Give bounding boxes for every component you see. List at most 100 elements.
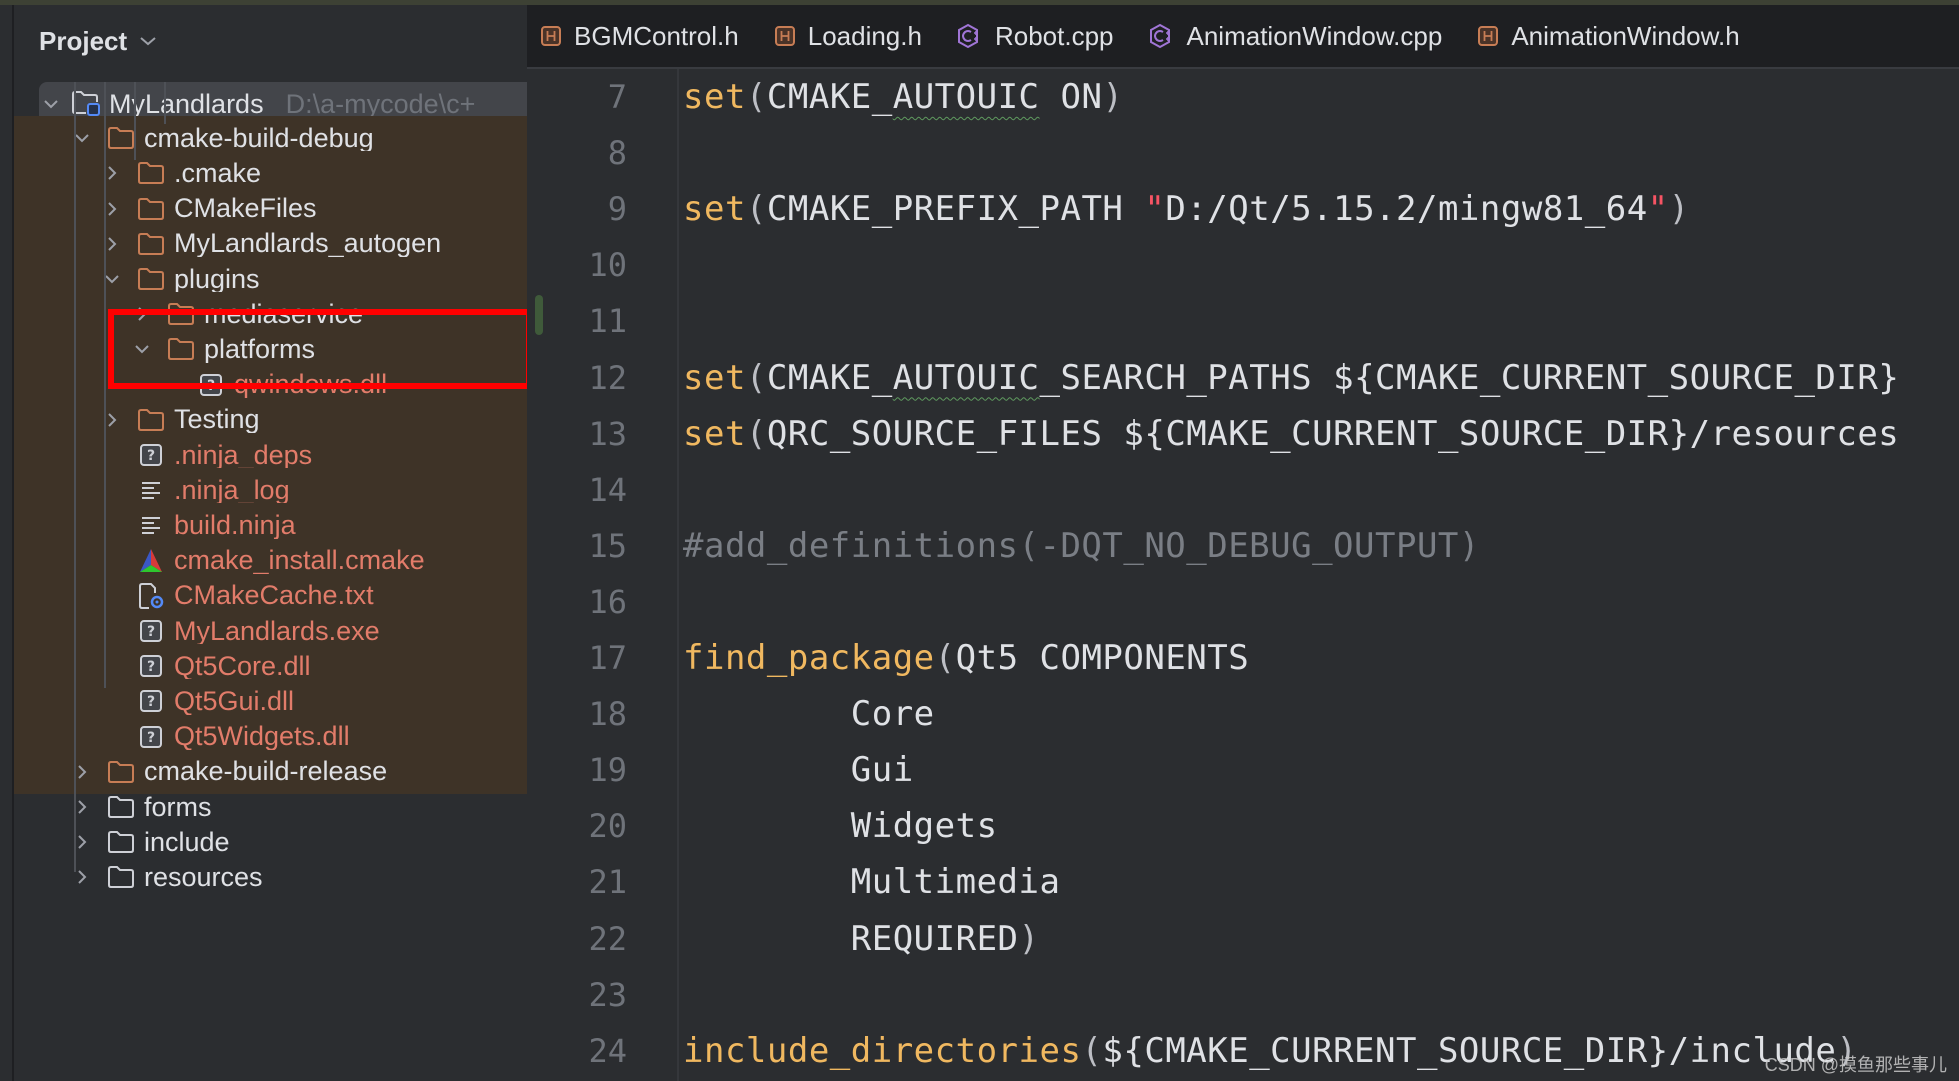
indent-guide xyxy=(74,82,76,872)
line-number: 14 xyxy=(588,470,627,509)
panel-title: Project xyxy=(39,25,128,56)
folder-icon xyxy=(166,334,196,364)
project-panel-header[interactable]: Project xyxy=(39,19,157,63)
vcs-change-marker[interactable] xyxy=(535,295,543,336)
editor-tab[interactable]: Loading.h xyxy=(774,5,922,67)
svg-text:?: ? xyxy=(147,694,155,710)
folder-icon xyxy=(136,405,166,435)
code-line[interactable]: 16 xyxy=(527,574,1959,630)
code-line[interactable]: 11 xyxy=(527,293,1959,349)
tree-item-label: build.ninja xyxy=(174,509,296,540)
code-line[interactable]: 18 Core xyxy=(527,686,1959,742)
svg-text:?: ? xyxy=(147,659,155,675)
code-line[interactable]: 15 #add_definitions(-DQT_NO_DEBUG_OUTPUT) xyxy=(527,518,1959,574)
code-line[interactable]: 14 xyxy=(527,462,1959,518)
tree-item-label: include xyxy=(144,826,230,857)
line-number: 9 xyxy=(607,190,627,229)
header-file-icon xyxy=(540,25,562,47)
code-token: _SEARCH_PATHS ${CMAKE_CURRENT_SOURCE_DIR… xyxy=(1039,357,1900,398)
code-line[interactable]: 9 set(CMAKE_PREFIX_PATH "D:/Qt/5.15.2/min… xyxy=(527,181,1959,237)
chevron-right-icon[interactable] xyxy=(130,302,154,326)
folder-icon xyxy=(136,194,166,224)
line-number: 18 xyxy=(588,695,627,734)
code-token: " xyxy=(1144,189,1166,230)
code-text: set(CMAKE_AUTOUIC_SEARCH_PATHS ${CMAKE_C… xyxy=(683,358,1899,398)
cpp-file-icon xyxy=(957,23,983,49)
code-line[interactable]: 19 Gui xyxy=(527,742,1959,798)
code-token: ) xyxy=(1102,77,1124,117)
tool-window-stripe xyxy=(0,5,14,1081)
code-text: #add_definitions(-DQT_NO_DEBUG_OUTPUT) xyxy=(683,526,1480,566)
cpp-file-icon xyxy=(1149,23,1175,49)
code-text: set(QRC_SOURCE_FILES ${CMAKE_CURRENT_SOU… xyxy=(683,414,1899,454)
unknown-file-icon: ? xyxy=(136,722,166,752)
code-token: Qt5 COMPONENTS xyxy=(955,638,1250,678)
code-line[interactable]: 7 set(CMAKE_AUTOUIC ON) xyxy=(527,69,1959,125)
cmake-icon xyxy=(136,546,166,576)
tree-item-label: .ninja_log xyxy=(174,474,290,505)
tree-item-label: mediaservice xyxy=(204,298,364,329)
code-token: ON xyxy=(1039,77,1103,117)
tree-item-label: plugins xyxy=(174,263,260,294)
chevron-down-icon[interactable] xyxy=(130,337,154,361)
indent-guide xyxy=(134,82,136,160)
editor-tab[interactable]: AnimationWindow.h xyxy=(1477,5,1740,67)
code-token: Multimedia xyxy=(683,862,1061,903)
tree-item-label: Qt5Core.dll xyxy=(174,650,311,681)
code-text: Widgets xyxy=(683,806,998,846)
code-line[interactable]: 21 Multimedia xyxy=(527,854,1959,910)
code-line[interactable]: 12 set(CMAKE_AUTOUIC_SEARCH_PATHS ${CMAKE… xyxy=(527,350,1959,406)
line-number: 19 xyxy=(588,751,627,790)
code-token: QRC_SOURCE_FILES ${CMAKE_CURRENT_SOURCE_… xyxy=(766,413,1900,454)
folder-icon xyxy=(106,123,136,153)
code-text: set(CMAKE_PREFIX_PATH "D:/Qt/5.15.2/ming… xyxy=(683,189,1690,229)
tab-label: Robot.cpp xyxy=(994,20,1114,51)
code-token: CMAKE_ xyxy=(766,357,893,398)
line-number: 21 xyxy=(588,863,627,902)
code-line[interactable]: 20 Widgets xyxy=(527,798,1959,854)
tree-item-label: cmake-build-release xyxy=(144,756,388,787)
text-file-icon xyxy=(136,510,166,540)
code-token: set xyxy=(683,77,746,117)
editor-tab[interactable]: BGMControl.h xyxy=(540,5,739,67)
tree-item-label: .cmake xyxy=(174,157,262,188)
indent-guide xyxy=(164,82,166,125)
tab-label: Loading.h xyxy=(807,20,922,51)
svg-text:?: ? xyxy=(147,730,155,746)
code-line[interactable]: 22 REQUIRED) xyxy=(527,911,1959,967)
code-token: find_package xyxy=(683,638,935,678)
code-token: #add_definitions(-DQT_NO_DEBUG_OUTPUT) xyxy=(683,525,1480,566)
code-line[interactable]: 10 xyxy=(527,237,1959,293)
code-token: Core xyxy=(683,694,935,735)
code-text: include_directories(${CMAKE_CURRENT_SOUR… xyxy=(683,1031,1857,1071)
editor-tabs: BGMControl.h Loading.h Robot.cpp AnimationW… xyxy=(527,5,1959,69)
settings-file-icon xyxy=(136,581,166,611)
tree-item-label: platforms xyxy=(204,333,316,364)
tree-item-label: CMakeCache.txt xyxy=(174,580,374,611)
tree-item-label: cmake-build-debug xyxy=(144,122,374,153)
line-number: 13 xyxy=(588,414,627,453)
code-text: Multimedia xyxy=(683,862,1060,902)
unknown-file-icon: ? xyxy=(136,616,166,646)
unknown-file-icon: ? xyxy=(196,370,226,400)
svg-text:?: ? xyxy=(207,378,215,394)
folder-icon xyxy=(106,862,136,892)
code-line[interactable]: 17 find_package(Qt5 COMPONENTS xyxy=(527,630,1959,686)
code-token: set xyxy=(683,413,746,454)
tree-item[interactable]: resources xyxy=(14,855,527,899)
tab-label: AnimationWindow.cpp xyxy=(1186,20,1443,51)
code-area[interactable]: 7 set(CMAKE_AUTOUIC ON) 8 9 set(CMAKE_PREFIX… xyxy=(527,69,1959,1081)
code-line[interactable]: 8 xyxy=(527,125,1959,181)
header-file-icon xyxy=(1477,25,1499,47)
chevron-down-icon[interactable] xyxy=(39,92,63,116)
code-token: Gui xyxy=(683,750,914,791)
code-token: ( xyxy=(745,77,767,117)
chevron-down-icon[interactable] xyxy=(139,35,157,47)
root-project-name: MyLandlards xyxy=(109,88,264,119)
code-token: ) xyxy=(1018,918,1040,959)
editor-tab[interactable]: Robot.cpp xyxy=(957,5,1114,67)
code-line[interactable]: 13 set(QRC_SOURCE_FILES ${CMAKE_CURRENT_S… xyxy=(527,406,1959,462)
editor-tab[interactable]: AnimationWindow.cpp xyxy=(1149,5,1443,67)
code-line[interactable]: 23 xyxy=(527,967,1959,1023)
code-line[interactable]: 24 include_directories(${CMAKE_CURRENT_SO… xyxy=(527,1023,1959,1079)
